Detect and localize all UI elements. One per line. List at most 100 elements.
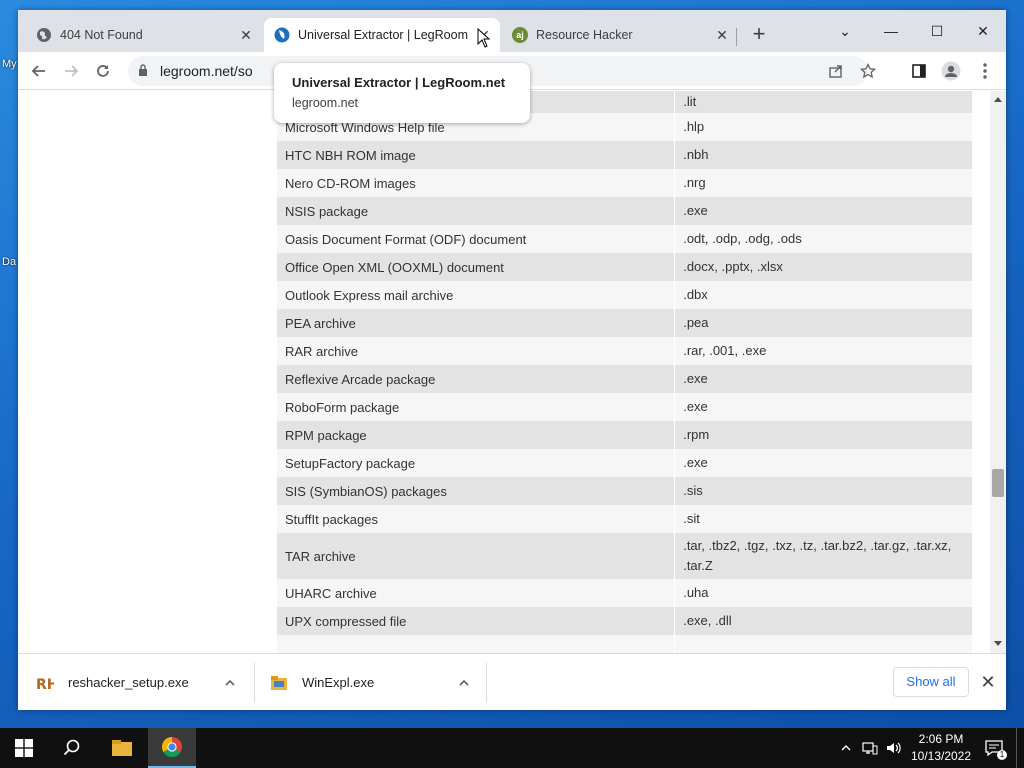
notification-center-button[interactable]: 1 (980, 728, 1008, 768)
format-extension-cell: .exe (674, 393, 973, 421)
clock[interactable]: 2:06 PM 10/13/2022 (908, 731, 974, 765)
chrome-icon (162, 737, 182, 757)
format-name-cell: RPM package (277, 421, 676, 449)
table-row: Reflexive Arcade package .exe (277, 365, 973, 393)
resource-hacker-icon: aj (512, 27, 528, 43)
side-panel-button[interactable] (906, 58, 932, 84)
page-content: .lit Microsoft Windows Help file .hlp HTC N… (18, 91, 1006, 653)
desktop-icon-label[interactable]: My (2, 58, 17, 70)
browser-window: 404 Not Found ✕ Universal Extractor | Le… (18, 10, 1006, 710)
legroom-icon (274, 27, 290, 43)
table-row: Oasis Document Format (ODF) document .odt… (277, 225, 973, 253)
table-row: PEA archive .pea (277, 309, 973, 337)
show-desktop-button[interactable] (1016, 728, 1024, 768)
volume-button[interactable] (882, 728, 906, 768)
format-extension-cell: .exe (674, 449, 973, 477)
globe-icon (36, 27, 52, 43)
tab-separator (736, 28, 737, 46)
bookmark-star-icon[interactable] (860, 63, 876, 79)
format-extension-cell: .hlp (674, 113, 973, 141)
download-filename: reshacker_setup.exe (68, 675, 189, 690)
chevron-up-icon[interactable] (458, 677, 470, 689)
close-shelf-button[interactable]: ✕ (979, 672, 997, 692)
format-name-cell (277, 635, 676, 653)
format-name-cell: Nero CD-ROM images (277, 169, 676, 197)
tab-title: Universal Extractor | LegRoom.net (298, 28, 468, 42)
tab-404[interactable]: 404 Not Found ✕ (26, 18, 262, 52)
format-extension-cell (674, 635, 973, 653)
table-row: UPX compressed file .exe, .dll (277, 607, 973, 635)
format-name-cell: NSIS package (277, 197, 676, 225)
network-icon (862, 742, 878, 755)
back-button[interactable] (26, 58, 52, 84)
format-name-cell: StuffIt packages (277, 505, 676, 533)
table-row: StuffIt packages .sit (277, 505, 973, 533)
hover-card-domain: legroom.net (292, 96, 359, 110)
format-name-cell: RoboForm package (277, 393, 676, 421)
table-row: RAR archive .rar, .001, .exe (277, 337, 973, 365)
format-extension-cell: .pea (674, 309, 973, 337)
vertical-scrollbar[interactable] (990, 91, 1006, 653)
format-extension-cell: .tar, .tbz2, .tgz, .txz, .tz, .tar.bz2, … (674, 533, 973, 579)
show-all-button[interactable]: Show all (893, 667, 969, 697)
format-extension-cell: .dbx (674, 281, 973, 309)
table-row: NSIS package .exe (277, 197, 973, 225)
format-name-cell: Office Open XML (OOXML) document (277, 253, 676, 281)
back-arrow-icon (31, 65, 45, 77)
close-tab-icon[interactable]: ✕ (714, 27, 730, 43)
tab-title: 404 Not Found (60, 28, 143, 42)
table-row: HTC NBH ROM image .nbh (277, 141, 973, 169)
desktop-icon-label[interactable]: Da (2, 256, 16, 268)
start-button[interactable] (0, 728, 48, 768)
volume-icon (887, 742, 901, 754)
format-extension-cell: .nbh (674, 141, 973, 169)
network-status[interactable] (858, 728, 882, 768)
reload-button[interactable] (90, 58, 116, 84)
profile-button[interactable] (938, 58, 964, 84)
menu-button[interactable] (972, 58, 998, 84)
clock-date: 10/13/2022 (910, 749, 972, 763)
share-icon[interactable] (828, 63, 844, 79)
file-explorer-button[interactable] (98, 728, 146, 768)
minimize-button[interactable]: — (868, 16, 914, 46)
tab-title: Resource Hacker (536, 28, 633, 42)
close-tab-icon[interactable]: ✕ (238, 27, 254, 43)
format-extension-cell: .odt, .odp, .odg, .ods (674, 225, 973, 253)
folder-icon (112, 740, 132, 756)
mouse-cursor-icon (477, 28, 491, 48)
new-tab-button[interactable]: + (748, 23, 770, 46)
notification-badge: 1 (997, 750, 1007, 760)
reshacker-icon: RH (36, 677, 54, 691)
format-name-cell: TAR archive (277, 533, 676, 579)
scroll-thumb[interactable] (992, 469, 1004, 497)
maximize-button[interactable]: ☐ (914, 16, 960, 46)
scroll-down-icon[interactable] (994, 641, 1002, 646)
table-row: TAR archive .tar, .tbz2, .tgz, .txz, .tz,… (277, 533, 973, 579)
download-filename: WinExpl.exe (302, 675, 375, 690)
download-item[interactable]: RH reshacker_setup.exe (36, 654, 254, 710)
close-window-button[interactable]: ✕ (960, 16, 1006, 46)
scroll-up-icon[interactable] (994, 97, 1002, 102)
hover-card-title: Universal Extractor | LegRoom.net (292, 75, 506, 90)
download-separator (486, 663, 487, 703)
more-vert-icon (983, 63, 987, 79)
tab-strip: 404 Not Found ✕ Universal Extractor | Le… (18, 10, 1006, 52)
forward-button[interactable] (58, 58, 84, 84)
winexpl-icon (271, 675, 287, 690)
chrome-taskbar-button[interactable] (148, 728, 196, 768)
tab-search-button[interactable]: ⌄ (822, 16, 868, 46)
chevron-up-icon[interactable] (224, 677, 236, 689)
format-name-cell: PEA archive (277, 309, 676, 337)
search-button[interactable] (48, 728, 96, 768)
tab-universal-extractor[interactable]: Universal Extractor | LegRoom.net ✕ (264, 18, 500, 52)
format-name-cell: SIS (SymbianOS) packages (277, 477, 676, 505)
table-row (277, 635, 973, 653)
show-hidden-icons-button[interactable] (836, 728, 856, 768)
table-row: RoboForm package .exe (277, 393, 973, 421)
format-extension-cell: .exe (674, 365, 973, 393)
download-item[interactable]: WinExpl.exe (270, 654, 486, 710)
format-extension-cell: .uha (674, 579, 973, 607)
table-row: Office Open XML (OOXML) document .docx, .… (277, 253, 973, 281)
tab-resource-hacker[interactable]: aj Resource Hacker ✕ (502, 18, 738, 52)
download-separator (254, 663, 255, 703)
